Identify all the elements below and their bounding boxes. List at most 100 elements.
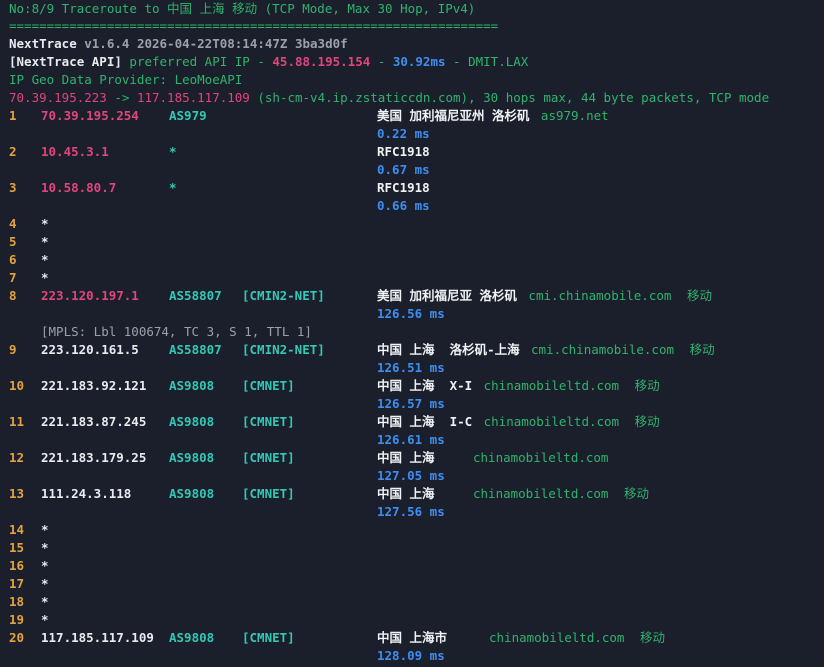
hop-carrier: 移动 <box>686 288 712 303</box>
app-name: NextTrace <box>9 36 77 51</box>
hop-carrier: 移动 <box>634 414 660 429</box>
hop-number: 12 <box>9 450 25 465</box>
route-arrow: -> <box>106 90 137 105</box>
hop-latency: 126.56 ms <box>377 306 445 321</box>
api-dash: - <box>370 54 393 69</box>
trace-title: No:8/9 Traceroute to 中国 上海 移动 (TCP Mode,… <box>9 1 476 16</box>
hop-ip: 223.120.161.5 <box>41 342 139 357</box>
hop-asn: AS9808 <box>169 486 215 501</box>
hop-geo: 美国 加利福尼亚 洛杉矶 <box>377 288 518 303</box>
hop-timeout: * <box>41 270 49 285</box>
hop-timeout: * <box>41 234 49 249</box>
hop-hostname: chinamobileltd.com <box>473 486 609 501</box>
hop-hostname: as979.net <box>540 108 609 123</box>
hop-number: 13 <box>9 486 25 501</box>
hop-hostname: cmi.chinamobile.com <box>528 288 672 303</box>
route-details: (sh-cm-v4.ip.zstaticcdn.com), 30 hops ma… <box>249 90 770 105</box>
hop-number: 9 <box>9 342 17 357</box>
hop-number: 5 <box>9 234 17 249</box>
hop-ip: 111.24.3.118 <box>41 486 132 501</box>
hop-network-tag: [CMIN2-NET] <box>242 342 325 357</box>
hop-asn: AS979 <box>169 108 207 123</box>
hop-network-tag: [CMNET] <box>242 486 295 501</box>
hop-timeout: * <box>41 558 49 573</box>
hop-asn: AS9808 <box>169 378 215 393</box>
api-ip: 45.88.195.154 <box>272 54 371 69</box>
hop-number: 1 <box>9 108 17 123</box>
hop-asn: AS58807 <box>169 288 222 303</box>
hop-timeout: * <box>41 594 49 609</box>
hop-timeout: * <box>41 216 49 231</box>
hop-number: 2 <box>9 144 17 159</box>
hop-number: 20 <box>9 630 25 645</box>
api-latency: 30.92ms <box>392 54 446 69</box>
hop-mpls-label: [MPLS: Lbl 100674, TC 3, S 1, TTL 1] <box>41 324 312 339</box>
hop-geo: 中国 上海 X-I <box>377 378 473 393</box>
hop-number: 3 <box>9 180 17 195</box>
hop-timeout: * <box>41 540 49 555</box>
separator-line: ========================================… <box>9 18 499 33</box>
hop-carrier: 移动 <box>640 630 666 645</box>
hop-geo: RFC1918 <box>377 180 430 195</box>
hop-asn: AS9808 <box>169 450 215 465</box>
hop-carrier: 移动 <box>689 342 715 357</box>
terminal-window[interactable]: No:8/9 Traceroute to 中国 上海 移动 (TCP Mode,… <box>0 0 824 667</box>
version-line: NextTrace v1.6.4 2026-04-22T08:14:47Z 3b… <box>9 35 348 53</box>
hop-latency: 126.61 ms <box>377 432 445 447</box>
hop-ip: 221.183.87.245 <box>41 414 147 429</box>
api-text: preferred API IP - <box>121 54 273 69</box>
hop-number: 16 <box>9 558 25 573</box>
hop-geo: 中国 上海市 <box>377 630 448 645</box>
hop-geo: 美国 加利福尼亚州 洛杉矶 <box>377 108 530 123</box>
hop-hostname: chinamobileltd.com <box>483 378 620 393</box>
hop-number: 10 <box>9 378 25 393</box>
hop-latency: 126.51 ms <box>377 360 445 375</box>
hop-ip: 221.183.92.121 <box>41 378 147 393</box>
version-meta: v1.6.4 2026-04-22T08:14:47Z 3ba3d0f <box>76 36 348 51</box>
hop-latency: 0.67 ms <box>377 162 430 177</box>
hop-geo: 中国 上海 <box>377 486 435 501</box>
hop-carrier: 移动 <box>624 486 650 501</box>
hop-number: 8 <box>9 288 17 303</box>
hop-timeout: * <box>41 576 49 591</box>
hop-latency: 0.66 ms <box>377 198 430 213</box>
hop-latency: 0.22 ms <box>377 126 430 141</box>
route-line: 70.39.195.223 -> 117.185.117.109 (sh-cm-… <box>9 89 769 107</box>
hop-number: 15 <box>9 540 25 555</box>
hop-number: 14 <box>9 522 25 537</box>
hop-asn: * <box>169 144 177 159</box>
hop-number: 17 <box>9 576 25 591</box>
hop-geo: 中国 上海 洛杉矶-上海 <box>377 342 520 357</box>
hop-ip: 10.58.80.7 <box>41 180 117 195</box>
hop-ip: 117.185.117.109 <box>41 630 154 645</box>
hop-asn: * <box>169 180 177 195</box>
hop-hostname: chinamobileltd.com <box>473 450 609 465</box>
api-node: - DMIT.LAX <box>445 54 529 69</box>
hop-ip: 223.120.197.1 <box>41 288 139 303</box>
hop-carrier: 移动 <box>634 378 660 393</box>
hop-geo: 中国 上海 <box>377 450 435 465</box>
hop-asn: AS58807 <box>169 342 222 357</box>
hop-latency: 127.56 ms <box>377 504 445 519</box>
hop-geo: 中国 上海 I-C <box>377 414 473 429</box>
hop-network-tag: [CMIN2-NET] <box>242 288 325 303</box>
hop-number: 18 <box>9 594 25 609</box>
hop-ip: 70.39.195.254 <box>41 108 139 123</box>
hop-latency: 128.09 ms <box>377 648 445 663</box>
hop-timeout: * <box>41 522 49 537</box>
hop-latency: 126.57 ms <box>377 396 445 411</box>
hop-number: 6 <box>9 252 17 267</box>
hop-number: 4 <box>9 216 17 231</box>
route-source: 70.39.195.223 <box>9 90 107 105</box>
api-label: [NextTrace API] <box>9 54 122 69</box>
hop-ip: 10.45.3.1 <box>41 144 109 159</box>
hop-ip: 221.183.179.25 <box>41 450 147 465</box>
hop-hostname: cmi.chinamobile.com <box>531 342 675 357</box>
hop-asn: AS9808 <box>169 414 215 429</box>
hop-network-tag: [CMNET] <box>242 378 295 393</box>
hop-latency: 127.05 ms <box>377 468 445 483</box>
hop-network-tag: [CMNET] <box>242 450 295 465</box>
geo-provider: IP Geo Data Provider: LeoMoeAPI <box>9 72 243 87</box>
route-destination: 117.185.117.109 <box>136 90 250 105</box>
hop-number: 7 <box>9 270 17 285</box>
